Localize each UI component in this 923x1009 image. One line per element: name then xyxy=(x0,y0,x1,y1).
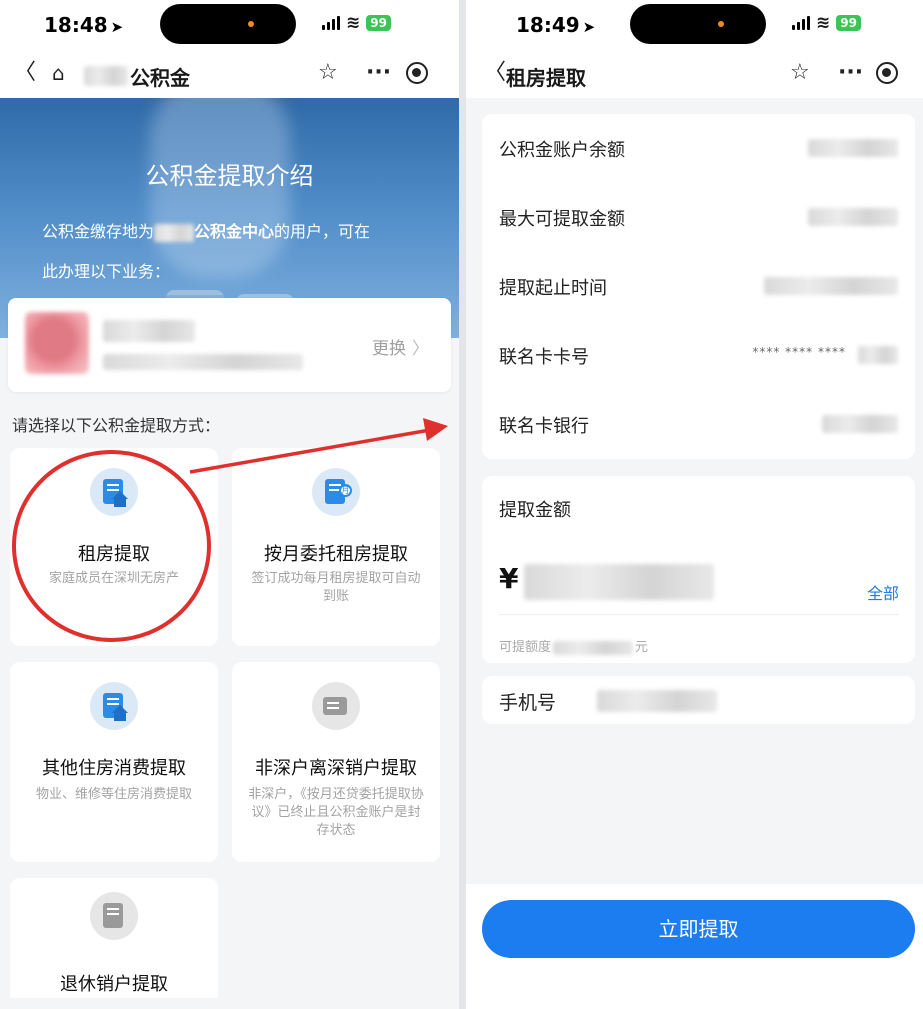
info-value-blurred xyxy=(764,277,898,295)
info-value-blurred xyxy=(808,208,898,226)
info-label: 最大可提取金额 xyxy=(499,209,625,230)
back-icon[interactable]: 〈 xyxy=(14,60,36,86)
status-bar: 18:49 ➤ ≋ 99 xyxy=(466,0,923,50)
status-icons: ≋ 99 xyxy=(792,13,861,33)
info-label: 联名卡卡号 xyxy=(499,347,589,368)
signal-icon xyxy=(322,16,340,30)
home-icon[interactable]: ⌂ xyxy=(52,60,65,86)
back-icon[interactable]: 〈 xyxy=(484,60,506,86)
divider xyxy=(499,614,899,615)
currency-symbol: ¥ xyxy=(499,562,519,595)
amount-input[interactable] xyxy=(524,564,714,600)
retire-doc-icon xyxy=(90,892,138,940)
avatar xyxy=(25,312,89,374)
submit-withdraw-button[interactable]: 立即提取 xyxy=(482,900,915,958)
monthly-doc-icon: 月 xyxy=(312,468,360,516)
card-number-masked: **** **** **** xyxy=(752,345,846,359)
section-label: 请选择以下公积金提取方式： xyxy=(12,416,221,435)
wifi-icon: ≋ xyxy=(346,13,361,33)
option-title: 按月委托租房提取 xyxy=(264,544,408,565)
screen-divider xyxy=(459,0,466,1009)
nav-bar: 〈 ⌂ 公积金 ☆ ··· xyxy=(0,50,459,98)
account-info-card: 公积金账户余额 最大可提取金额 提取起止时间 联名卡卡号 **** **** *… xyxy=(482,114,915,459)
info-row-max-amount: 最大可提取金额 xyxy=(499,197,898,237)
battery-icon: 99 xyxy=(836,15,861,31)
star-icon[interactable]: ☆ xyxy=(318,60,338,86)
option-other-housing-withdrawal[interactable]: 其他住房消费提取 物业、维修等住房消费提取 xyxy=(10,662,218,862)
annotation-circle xyxy=(12,450,211,642)
more-icon[interactable]: ··· xyxy=(366,60,391,86)
banner-description: 公积金缴存地为 公积金中心的用户，可在 此办理以下业务： xyxy=(42,222,371,281)
account-id-blurred xyxy=(103,354,303,370)
dynamic-island xyxy=(630,4,766,44)
account-name-blurred xyxy=(103,320,195,342)
change-account-button[interactable]: 更换〉 xyxy=(372,334,429,359)
status-time: 18:48 ➤ xyxy=(44,13,124,37)
option-title: 退休销户提取 xyxy=(60,974,168,995)
bottom-bar: 立即提取 xyxy=(466,884,923,1009)
card-icon xyxy=(312,682,360,730)
page-title: 公积金 xyxy=(130,66,190,90)
info-row-bank: 联名卡银行 xyxy=(499,404,898,444)
option-title: 非深户离深销户提取 xyxy=(255,758,417,779)
star-icon[interactable]: ☆ xyxy=(790,60,810,86)
info-label: 公积金账户余额 xyxy=(499,140,625,161)
chevron-right-icon: 〉 xyxy=(412,339,429,359)
account-card[interactable]: 更换〉 xyxy=(8,298,451,392)
battery-icon: 99 xyxy=(366,15,391,31)
right-screen: 18:49 ➤ ≋ 99 〈 租房提取 ☆ ··· 公积金账户余额 最大可提取金额… xyxy=(466,0,923,1009)
amount-card: 提取金额 ¥ 全部 可提额度元 xyxy=(482,476,915,663)
banner-title: 公积金提取介绍 xyxy=(145,162,314,190)
dynamic-island xyxy=(160,4,296,44)
status-icons: ≋ 99 xyxy=(322,13,391,33)
info-value-blurred xyxy=(808,139,898,157)
option-title: 其他住房消费提取 xyxy=(42,758,186,779)
location-icon: ➤ xyxy=(110,18,124,36)
info-value-blurred xyxy=(822,415,898,433)
phone-value-blurred xyxy=(597,690,717,712)
info-row-balance: 公积金账户余额 xyxy=(499,128,898,168)
withdraw-all-button[interactable]: 全部 xyxy=(867,580,899,604)
option-retirement-withdrawal[interactable]: 退休销户提取 xyxy=(10,878,218,998)
phone-label: 手机号 xyxy=(499,692,557,714)
option-desc: 物业、维修等住房消费提取 xyxy=(35,787,192,802)
amount-label: 提取金额 xyxy=(499,500,571,521)
page-title: 租房提取 xyxy=(506,66,586,90)
option-desc: 非深户，《按月还贷委托提取协议》已终止且公积金账户是封存状态 xyxy=(248,787,424,838)
signal-icon xyxy=(792,16,810,30)
miniapp-close-icon[interactable] xyxy=(406,62,428,84)
wifi-icon: ≋ xyxy=(816,13,831,33)
option-monthly-rent-withdrawal[interactable]: 月 按月委托租房提取 签订成功每月租房提取可自动到账 xyxy=(232,448,440,646)
location-icon: ➤ xyxy=(582,18,596,36)
info-value-blurred xyxy=(858,346,898,364)
option-non-resident-close-withdrawal[interactable]: 非深户离深销户提取 非深户，《按月还贷委托提取协议》已终止且公积金账户是封存状态 xyxy=(232,662,440,862)
city-name-blurred xyxy=(84,66,128,86)
miniapp-close-icon[interactable] xyxy=(876,62,898,84)
status-bar: 18:48 ➤ ≋ 99 xyxy=(0,0,459,50)
info-label: 提取起止时间 xyxy=(499,278,607,299)
info-label: 联名卡银行 xyxy=(499,416,589,437)
phone-card: 手机号 xyxy=(482,676,915,724)
info-row-card-number: 联名卡卡号 **** **** **** xyxy=(499,335,898,375)
left-screen: 18:48 ➤ ≋ 99 〈 ⌂ 公积金 ☆ ··· 公积金提取介绍 公积金缴存地… xyxy=(0,0,459,1009)
more-icon[interactable]: ··· xyxy=(838,60,863,86)
nav-bar: 〈 租房提取 ☆ ··· xyxy=(466,50,923,98)
info-row-period: 提取起止时间 xyxy=(499,266,898,306)
status-time: 18:49 ➤ xyxy=(516,13,596,37)
option-desc: 签订成功每月租房提取可自动到账 xyxy=(251,571,421,604)
house-doc-icon xyxy=(90,682,138,730)
available-quota-hint: 可提额度元 xyxy=(499,640,649,655)
